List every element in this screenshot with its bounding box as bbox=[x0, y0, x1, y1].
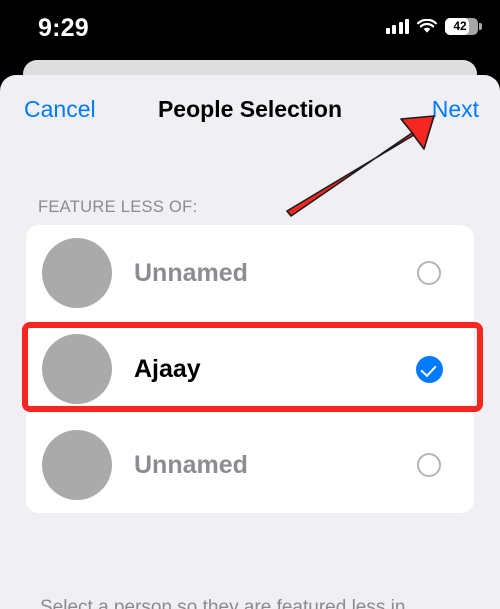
footer-description: Select a person so they are featured les… bbox=[40, 597, 406, 609]
avatar bbox=[42, 238, 112, 308]
avatar bbox=[42, 430, 112, 500]
list-item[interactable]: Unnamed bbox=[26, 225, 474, 321]
avatar bbox=[42, 334, 112, 404]
page-title: People Selection bbox=[157, 96, 343, 122]
list-item-label: Unnamed bbox=[134, 258, 248, 287]
selection-radio-unchecked-icon[interactable] bbox=[417, 261, 441, 285]
list-item[interactable]: Ajaay bbox=[26, 321, 474, 417]
selection-radio-unchecked-icon[interactable] bbox=[417, 453, 441, 477]
status-bar-time: 9:29 bbox=[38, 14, 89, 42]
phone-screen: 9:29 42 Cancel People Selection Next FEA… bbox=[0, 0, 500, 609]
cellular-bars-icon bbox=[385, 19, 409, 34]
battery-icon: 42 bbox=[445, 18, 482, 35]
people-selection-sheet: Cancel People Selection Next FEATURE LES… bbox=[0, 75, 500, 609]
next-button[interactable]: Next bbox=[432, 98, 479, 121]
section-header-feature-less-of: FEATURE LESS OF: bbox=[38, 198, 198, 216]
sheet-navbar: Cancel People Selection Next bbox=[0, 75, 500, 138]
list-item-label: Ajaay bbox=[134, 354, 201, 383]
list-item[interactable]: Unnamed bbox=[26, 417, 474, 513]
wifi-icon bbox=[417, 19, 437, 34]
list-item-label: Unnamed bbox=[134, 450, 248, 479]
status-bar-indicators: 42 bbox=[385, 18, 482, 35]
selection-checkmark-icon[interactable] bbox=[416, 355, 443, 383]
battery-percent-label: 42 bbox=[453, 19, 467, 33]
people-list: Unnamed Ajaay Unnamed bbox=[26, 225, 474, 513]
status-bar: 9:29 42 bbox=[0, 0, 500, 60]
